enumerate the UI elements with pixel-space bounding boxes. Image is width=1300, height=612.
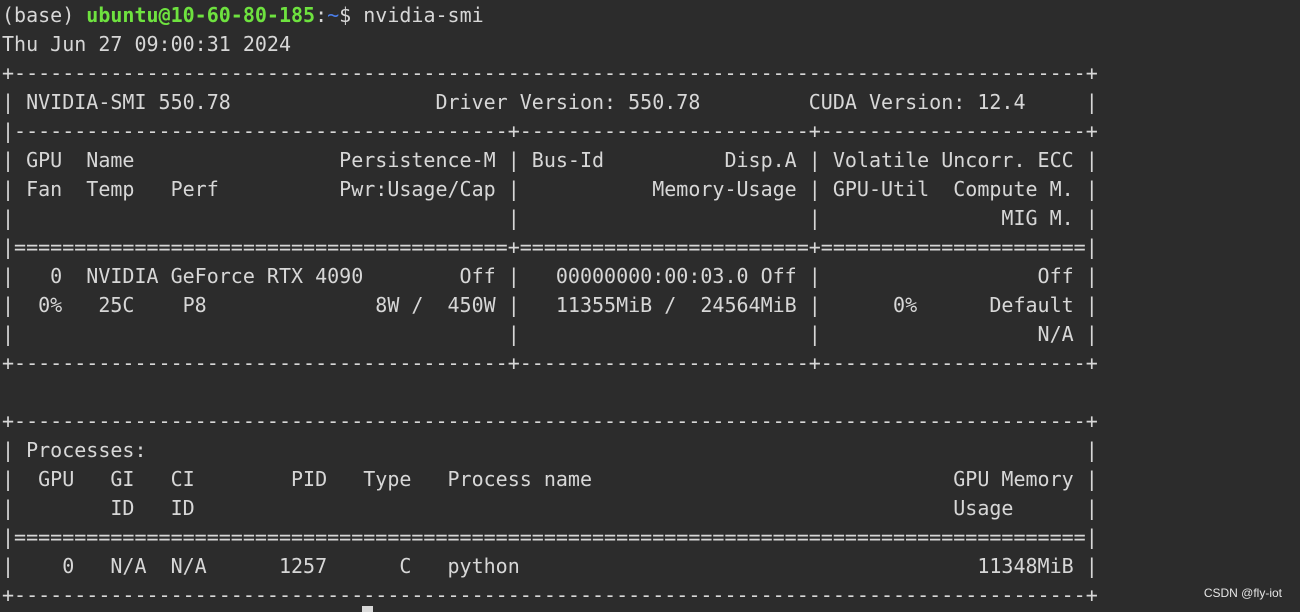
output-line: +---------------------------------------… xyxy=(2,409,1098,433)
output-line: |=======================================… xyxy=(2,235,1098,259)
output-line: +---------------------------------------… xyxy=(2,61,1098,85)
output-line: | ID ID Usage | xyxy=(2,496,1098,520)
output-line: | 0% 25C P8 8W / 450W | 11355MiB / 24564… xyxy=(2,293,1098,317)
output-line: | 0 N/A N/A 1257 C python 11348MiB | xyxy=(2,554,1098,578)
output-line: | 0 NVIDIA GeForce RTX 4090 Off | 000000… xyxy=(2,264,1098,288)
output-line: | | | N/A | xyxy=(2,322,1098,346)
prompt-line: (base) ubuntu@10-60-80-185:~$ nvidia-smi xyxy=(2,1,1300,30)
conda-env: (base) xyxy=(2,3,87,27)
output-line: | Fan Temp Perf Pwr:Usage/Cap | Memory-U… xyxy=(2,177,1098,201)
text-cursor xyxy=(362,606,373,612)
prompt-symbol: $ xyxy=(339,3,364,27)
output-line: Thu Jun 27 09:00:31 2024 xyxy=(2,32,376,56)
terminal-window[interactable]: (base) ubuntu@10-60-80-185:~$ nvidia-smi… xyxy=(2,0,1300,611)
output-line: +---------------------------------------… xyxy=(2,351,1098,375)
prompt-path: ~ xyxy=(327,3,340,27)
output-line: | Processes: | xyxy=(2,438,1098,462)
output-line: | | | MIG M. | xyxy=(2,206,1098,230)
output-line: | GPU GI CI PID Type Process name GPU Me… xyxy=(2,467,1098,491)
command-text: nvidia-smi xyxy=(363,3,484,27)
output-line: | NVIDIA-SMI 550.78 Driver Version: 550.… xyxy=(2,90,1098,114)
user-host: ubuntu@10-60-80-185 xyxy=(86,3,316,27)
output-line: |---------------------------------------… xyxy=(2,119,1098,143)
output-line: +---------------------------------------… xyxy=(2,583,1098,607)
output-line: |=======================================… xyxy=(2,525,1098,549)
watermark: CSDN @fly-iot xyxy=(1203,586,1282,600)
prompt-colon: : xyxy=(315,3,328,27)
output-line: | GPU Name Persistence-M | Bus-Id Disp.A… xyxy=(2,148,1098,172)
